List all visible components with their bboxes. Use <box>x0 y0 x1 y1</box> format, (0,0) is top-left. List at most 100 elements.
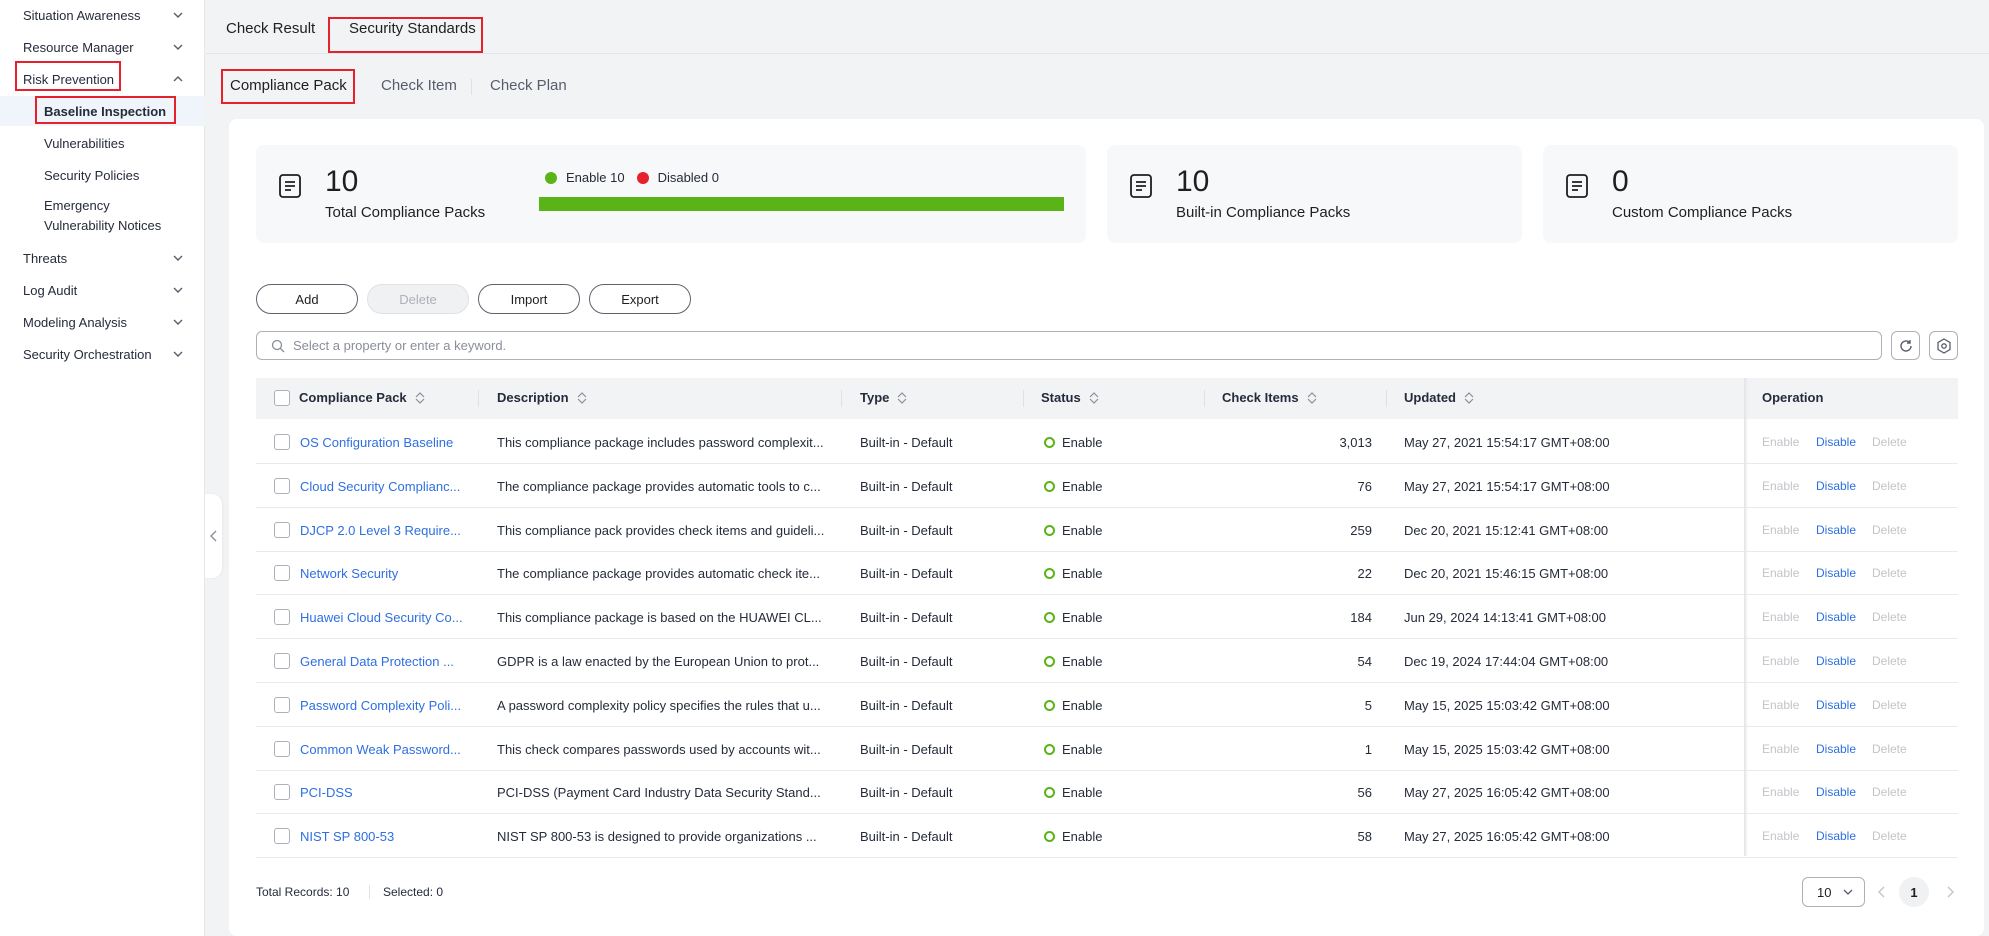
column-header-type[interactable]: Type <box>860 390 907 405</box>
refresh-button[interactable] <box>1891 331 1920 360</box>
table-row[interactable]: DJCP 2.0 Level 3 Require... This complia… <box>256 508 1958 552</box>
sidebar-collapse-handle[interactable] <box>205 494 222 578</box>
table-row[interactable]: Huawei Cloud Security Co... This complia… <box>256 595 1958 640</box>
disable-action[interactable]: Disable <box>1816 742 1856 756</box>
enable-action[interactable]: Enable <box>1762 742 1799 756</box>
page-number-current[interactable]: 1 <box>1899 877 1929 907</box>
enable-action[interactable]: Enable <box>1762 523 1799 537</box>
disable-action[interactable]: Disable <box>1816 435 1856 449</box>
next-page-icon[interactable] <box>1942 884 1958 900</box>
sidebar-item-resource-manager[interactable]: Resource Manager <box>0 32 205 62</box>
row-checkbox[interactable] <box>274 653 290 669</box>
enable-action[interactable]: Enable <box>1762 610 1799 624</box>
disable-action[interactable]: Disable <box>1816 566 1856 580</box>
table-row[interactable]: PCI-DSS PCI-DSS (Payment Card Industry D… <box>256 770 1958 815</box>
compliance-pack-link[interactable]: Huawei Cloud Security Co... <box>300 610 465 625</box>
tab-check-plan[interactable]: Check Plan <box>490 77 567 94</box>
sidebar-item-threats[interactable]: Threats <box>0 243 205 273</box>
sidebar-item-baseline-inspection[interactable]: Baseline Inspection <box>0 96 205 126</box>
disable-action[interactable]: Disable <box>1816 479 1856 493</box>
enable-action[interactable]: Enable <box>1762 785 1799 799</box>
enable-action[interactable]: Enable <box>1762 479 1799 493</box>
sidebar-item-emergency-vulnerability-notices[interactable]: Emergency Vulnerability Notices <box>0 194 205 238</box>
stat-card-total: 10 Total Compliance Packs <box>256 145 1086 243</box>
delete-button[interactable]: Delete <box>367 284 469 314</box>
enable-action[interactable]: Enable <box>1762 654 1799 668</box>
compliance-pack-link[interactable]: OS Configuration Baseline <box>300 435 465 450</box>
compliance-pack-link[interactable]: DJCP 2.0 Level 3 Require... <box>300 523 465 538</box>
row-checkbox[interactable] <box>274 784 290 801</box>
enable-action[interactable]: Enable <box>1762 829 1799 843</box>
delete-action[interactable]: Delete <box>1872 435 1907 449</box>
compliance-pack-link[interactable]: Cloud Security Complianc... <box>300 479 465 494</box>
compliance-pack-link[interactable]: Common Weak Password... <box>300 742 465 757</box>
table-row[interactable]: Network Security The compliance package … <box>256 551 1958 596</box>
row-checkbox[interactable] <box>274 565 290 582</box>
column-header-description[interactable]: Description <box>497 390 587 405</box>
add-button[interactable]: Add <box>256 284 358 314</box>
row-checkbox[interactable] <box>274 740 290 757</box>
delete-action[interactable]: Delete <box>1872 610 1907 624</box>
row-checkbox[interactable] <box>274 828 290 845</box>
enable-action[interactable]: Enable <box>1762 566 1799 580</box>
tab-check-item[interactable]: Check Item <box>381 77 457 94</box>
column-header-status[interactable]: Status <box>1041 390 1099 405</box>
page-size-select[interactable]: 10 <box>1802 877 1865 907</box>
sidebar-item-vulnerabilities[interactable]: Vulnerabilities <box>0 128 205 158</box>
table-row[interactable]: General Data Protection ... GDPR is a la… <box>256 639 1958 683</box>
description-cell: NIST SP 800-53 is designed to provide or… <box>497 829 817 845</box>
search-input[interactable]: Select a property or enter a keyword. <box>256 331 1882 360</box>
delete-action[interactable]: Delete <box>1872 654 1907 668</box>
import-button[interactable]: Import <box>478 284 580 314</box>
select-all-checkbox[interactable] <box>274 390 290 406</box>
compliance-pack-link[interactable]: Network Security <box>300 566 465 581</box>
sort-icon <box>1464 391 1474 404</box>
row-checkbox[interactable] <box>274 521 290 538</box>
disable-action[interactable]: Disable <box>1816 829 1856 843</box>
row-checkbox[interactable] <box>274 434 290 450</box>
disable-action[interactable]: Disable <box>1816 523 1856 537</box>
compliance-pack-link[interactable]: Password Complexity Poli... <box>300 698 465 713</box>
delete-action[interactable]: Delete <box>1872 698 1907 712</box>
delete-action[interactable]: Delete <box>1872 479 1907 493</box>
table-row[interactable]: Common Weak Password... This check compa… <box>256 727 1958 771</box>
delete-action[interactable]: Delete <box>1872 523 1907 537</box>
disable-action[interactable]: Disable <box>1816 785 1856 799</box>
check-items-cell: 56 <box>1357 785 1372 801</box>
compliance-pack-link[interactable]: PCI-DSS <box>300 785 465 800</box>
row-checkbox[interactable] <box>274 609 290 626</box>
prev-page-icon[interactable] <box>1874 884 1890 900</box>
tab-check-result[interactable]: Check Result <box>226 20 315 37</box>
sidebar-item-security-orchestration[interactable]: Security Orchestration <box>0 339 205 369</box>
disable-action[interactable]: Disable <box>1816 610 1856 624</box>
enable-action[interactable]: Enable <box>1762 435 1799 449</box>
tab-separator <box>471 79 472 95</box>
delete-action[interactable]: Delete <box>1872 742 1907 756</box>
table-row[interactable]: Cloud Security Complianc... The complian… <box>256 464 1958 508</box>
export-button[interactable]: Export <box>589 284 691 314</box>
sidebar-item-log-audit[interactable]: Log Audit <box>0 275 205 305</box>
table-row[interactable]: Password Complexity Poli... A password c… <box>256 683 1958 727</box>
row-checkbox[interactable] <box>274 477 290 494</box>
tab-security-standards[interactable]: Security Standards <box>349 20 476 37</box>
settings-button[interactable] <box>1929 331 1958 360</box>
row-checkbox[interactable] <box>274 696 290 713</box>
tab-compliance-pack[interactable]: Compliance Pack <box>230 77 347 94</box>
sidebar-item-risk-prevention[interactable]: Risk Prevention <box>0 64 205 94</box>
sidebar-item-security-policies[interactable]: Security Policies <box>0 160 205 190</box>
column-header-compliance-pack[interactable]: Compliance Pack <box>299 390 425 405</box>
disable-action[interactable]: Disable <box>1816 654 1856 668</box>
disable-action[interactable]: Disable <box>1816 698 1856 712</box>
compliance-pack-link[interactable]: General Data Protection ... <box>300 654 465 669</box>
sidebar-item-modeling-analysis[interactable]: Modeling Analysis <box>0 307 205 337</box>
delete-action[interactable]: Delete <box>1872 785 1907 799</box>
column-header-check-items[interactable]: Check Items <box>1222 390 1317 405</box>
compliance-pack-link[interactable]: NIST SP 800-53 <box>300 829 465 844</box>
table-row[interactable]: NIST SP 800-53 NIST SP 800-53 is designe… <box>256 814 1958 859</box>
enable-action[interactable]: Enable <box>1762 698 1799 712</box>
sidebar-item-situation-awareness[interactable]: Situation Awareness <box>0 0 205 30</box>
table-row[interactable]: OS Configuration Baseline This complianc… <box>256 420 1958 464</box>
delete-action[interactable]: Delete <box>1872 829 1907 843</box>
delete-action[interactable]: Delete <box>1872 566 1907 580</box>
column-header-updated[interactable]: Updated <box>1404 390 1474 405</box>
